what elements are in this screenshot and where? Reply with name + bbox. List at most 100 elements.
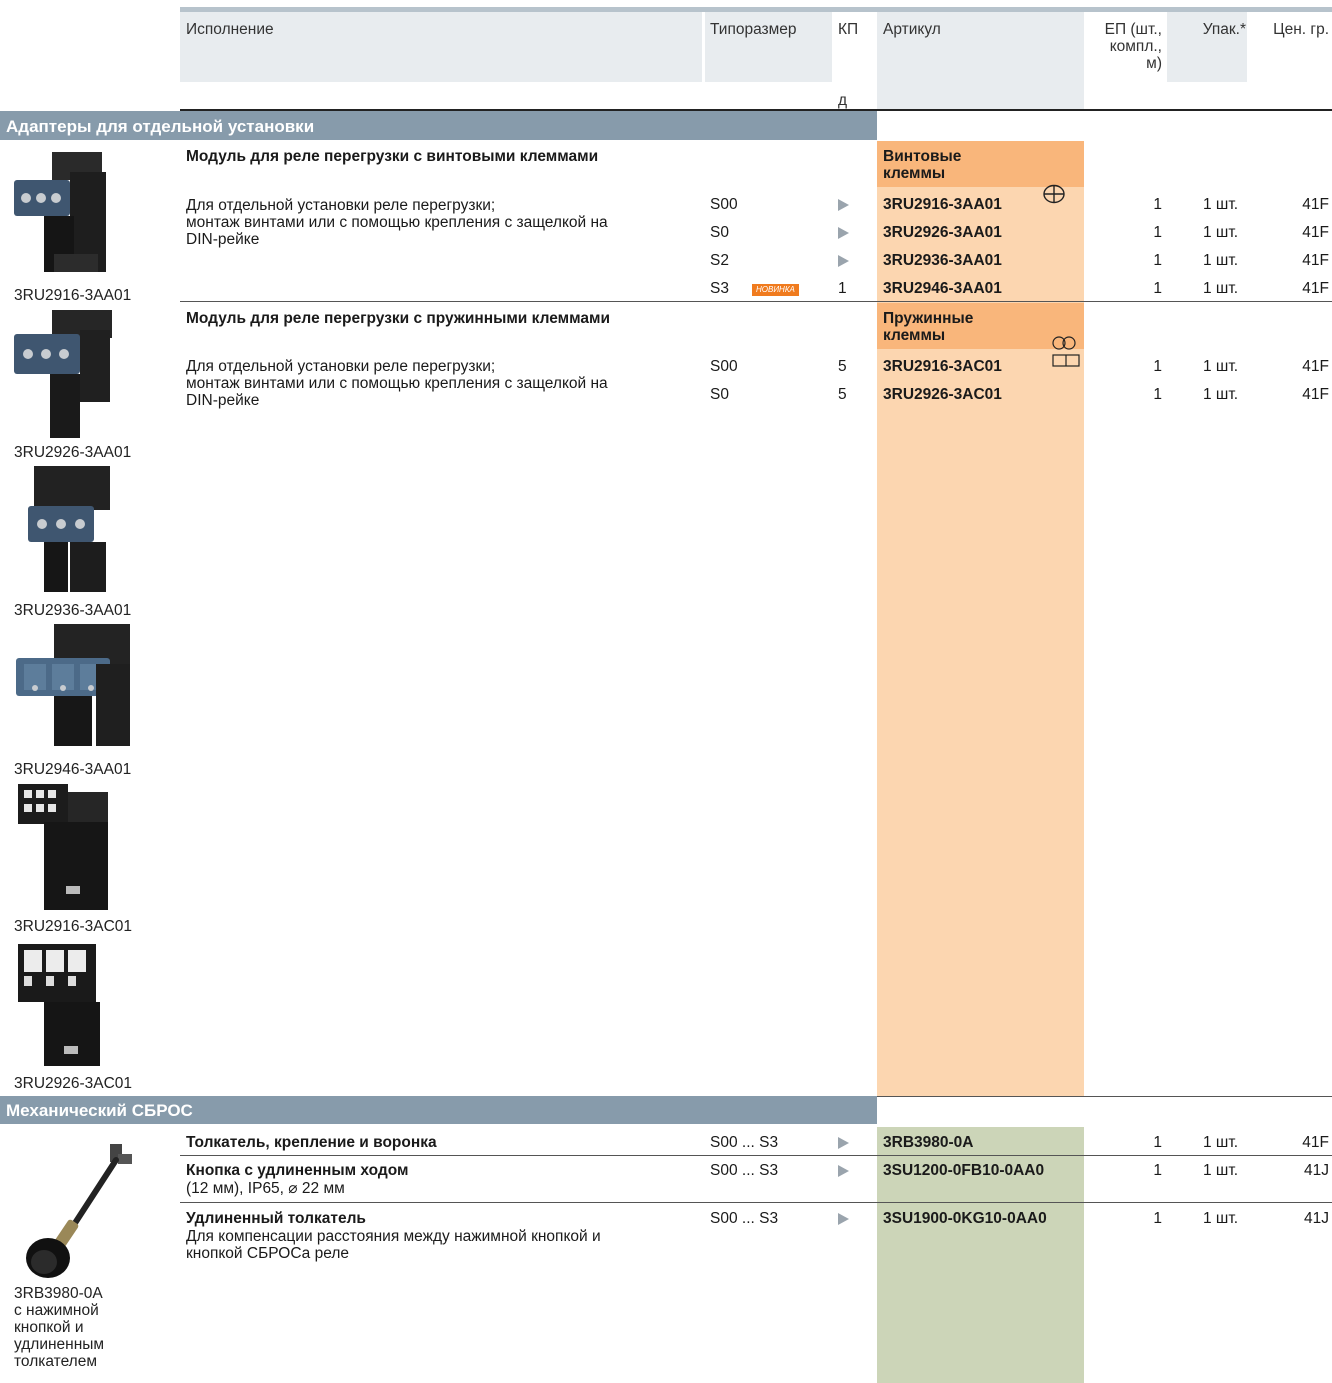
group-desc-screw: Для отдельной установки реле перегрузки;… — [186, 197, 608, 248]
size-cell: S00 ... S3 — [710, 1162, 779, 1179]
item-title: Удлиненный толкатель — [186, 1210, 366, 1227]
header-tsen: Цен. гр. — [1273, 21, 1329, 38]
row-divider — [180, 301, 1332, 302]
row-divider — [180, 1202, 1332, 1203]
product-photo-3ru2926-3aa01 — [14, 310, 112, 438]
article-number[interactable]: 3RU2916-3AC01 — [883, 358, 1002, 375]
size-cell: S0 — [710, 224, 729, 241]
price-group-cell: 41F — [1302, 358, 1329, 375]
product-caption: 3RU2926-3AC01 — [14, 1075, 133, 1092]
delivery-arrow-icon — [838, 199, 849, 211]
size-cell: S00 ... S3 — [710, 1134, 779, 1151]
upak-cell: 1 шт. — [1203, 386, 1239, 403]
ep-cell: 1 — [1153, 1210, 1162, 1227]
product-caption: 3RU2916-3AC01 — [14, 918, 133, 935]
product-photo-3ru2946-3aa01 — [16, 624, 130, 746]
price-group-cell: 41F — [1302, 252, 1329, 269]
size-cell: S00 — [710, 358, 738, 375]
ep-cell: 1 — [1153, 196, 1162, 213]
article-number[interactable]: 3RU2946-3AA01 — [883, 280, 1002, 297]
ep-cell: 1 — [1153, 386, 1162, 403]
size-cell: S2 — [710, 252, 729, 269]
price-group-cell: 41F — [1302, 224, 1329, 241]
upak-cell: 1 шт. — [1203, 1162, 1239, 1179]
product-caption: 3RU2916-3AA01 — [14, 287, 132, 304]
ep-cell: 1 — [1153, 1162, 1162, 1179]
section-bar-reset: Механический СБРОС — [0, 1096, 877, 1124]
screw-terminal-icon — [1043, 184, 1065, 204]
header-tiporazmer: Типоразмер — [710, 21, 797, 38]
size-cell: S3 — [710, 280, 729, 297]
upak-cell: 1 шт. — [1203, 1210, 1239, 1227]
upak-cell: 1 шт. — [1203, 196, 1239, 213]
header-kp-sub: д — [838, 92, 848, 109]
terminal-label-spring: Пружинные клеммы — [883, 310, 974, 344]
delivery-arrow-icon — [838, 255, 849, 267]
article-number[interactable]: 3RU2926-3AC01 — [883, 386, 1002, 403]
section-bar-adapters: Адаптеры для отдельной установки — [0, 111, 877, 140]
product-photo-3ru2936-3aa01 — [28, 466, 110, 592]
delivery-arrow-icon — [838, 1165, 849, 1177]
delivery-arrow-icon — [838, 1213, 849, 1225]
ep-cell: 1 — [1153, 358, 1162, 375]
upak-cell: 1 шт. — [1203, 252, 1239, 269]
article-number[interactable]: 3RB3980-0A — [883, 1134, 973, 1151]
product-photo-3rb3980-0a — [26, 1144, 132, 1278]
price-group-cell: 41J — [1304, 1210, 1329, 1227]
price-group-cell: 41F — [1302, 280, 1329, 297]
item-title: Кнопка с удлиненным ходом — [186, 1162, 409, 1179]
size-cell: S0 — [710, 386, 729, 403]
header-upak: Упак.* — [1202, 21, 1246, 38]
section-title: Адаптеры для отдельной установки — [6, 117, 315, 136]
product-caption-pushrod: 3RB3980-0A с нажимной кнопкой и удлиненн… — [14, 1285, 105, 1370]
product-caption: 3RU2926-3AA01 — [14, 444, 132, 461]
group-desc-spring: Для отдельной установки реле перегрузки;… — [186, 358, 608, 409]
header-ispolnenie: Исполнение — [186, 21, 274, 38]
article-number[interactable]: 3RU2916-3AA01 — [883, 196, 1002, 213]
header-ep: ЕП (шт., компл., м) — [1104, 21, 1162, 72]
header-kp: КП — [838, 21, 859, 38]
product-caption: 3RU2936-3AA01 — [14, 602, 132, 619]
size-cell: S00 ... S3 — [710, 1210, 779, 1227]
product-photo-3ru2916-3aa01 — [14, 152, 106, 272]
ep-cell: 1 — [1153, 1134, 1162, 1151]
ep-cell: 1 — [1153, 280, 1162, 297]
price-group-cell: 41F — [1302, 196, 1329, 213]
upak-cell: 1 шт. — [1203, 280, 1239, 297]
product-photo-3ru2926-3ac01 — [18, 944, 100, 1066]
section-rule — [877, 1096, 1332, 1097]
group-title-spring: Модуль для реле перегрузки с пружинными … — [186, 310, 610, 327]
size-cell: S00 — [710, 196, 738, 213]
product-caption: 3RU2946-3AA01 — [14, 761, 132, 778]
kp-cell: 1 — [838, 280, 847, 297]
group-title-screw: Модуль для реле перегрузки с винтовыми к… — [186, 148, 599, 165]
article-number[interactable]: 3SU1200-0FB10-0AA0 — [883, 1162, 1044, 1179]
upak-cell: 1 шт. — [1203, 358, 1239, 375]
article-number[interactable]: 3RU2926-3AA01 — [883, 224, 1002, 241]
article-number[interactable]: 3RU2936-3AA01 — [883, 252, 1002, 269]
item-desc: Для компенсации расстояния между нажимно… — [186, 1228, 601, 1245]
price-group-cell: 41F — [1302, 386, 1329, 403]
terminal-label-screw: Винтовые клеммы — [883, 148, 962, 182]
item-desc: кнопкой СБРОСа реле — [186, 1245, 349, 1262]
upak-cell: 1 шт. — [1203, 224, 1239, 241]
product-photo-3ru2916-3ac01 — [18, 784, 108, 910]
item-desc: (12 мм), IP65, ⌀ 22 мм — [186, 1180, 345, 1197]
item-title: Толкатель, крепление и воронка — [186, 1134, 437, 1151]
new-badge: НОВИНКА — [752, 284, 799, 296]
kp-cell: 5 — [838, 358, 847, 375]
header-artikul: Артикул — [883, 21, 941, 38]
ep-cell: 1 — [1153, 252, 1162, 269]
ep-cell: 1 — [1153, 224, 1162, 241]
spring-terminal-icon — [1052, 336, 1080, 367]
section-title: Механический СБРОС — [6, 1101, 193, 1120]
delivery-arrow-icon — [838, 1137, 849, 1149]
article-number[interactable]: 3SU1900-0KG10-0AA0 — [883, 1210, 1047, 1227]
delivery-arrow-icon — [838, 227, 849, 239]
price-group-cell: 41J — [1304, 1162, 1329, 1179]
upak-cell: 1 шт. — [1203, 1134, 1239, 1151]
price-group-cell: 41F — [1302, 1134, 1329, 1151]
row-divider — [180, 1155, 1332, 1156]
artikul-col-bg-spring — [877, 349, 1084, 1096]
kp-cell: 5 — [838, 386, 847, 403]
